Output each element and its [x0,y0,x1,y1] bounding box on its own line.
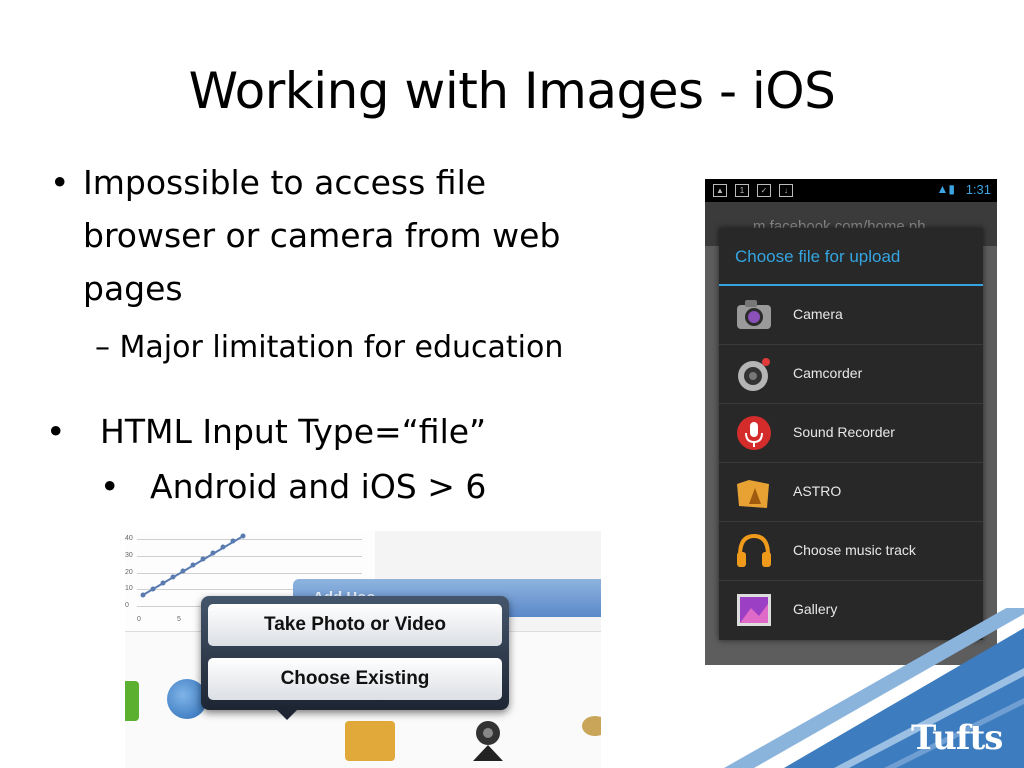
photo-source-popover: Take Photo or Video Choose Existing [201,596,509,710]
chooser-item-label: ASTRO [793,483,842,499]
check-notification-icon: ✓ [757,184,771,197]
palette-icon [582,716,601,736]
dialog-header: Choose file for upload [719,228,983,286]
bullet-text: HTML Input Type=“file” [100,412,487,451]
sub-bullet-limitation: – Major limitation for education [95,330,564,365]
folder-icon [737,480,769,508]
headphones-icon [737,533,771,567]
chooser-item-camera[interactable]: Camera [719,286,983,345]
camcorder-icon [738,358,770,391]
bullet-impossible-access: • Impossible to access file browser or c… [50,156,630,315]
bullet-html-input: • HTML Input Type=“file” [46,412,486,451]
bullet-marker: • [100,467,120,506]
green-button [125,681,139,721]
image-notification-icon: ▲ [713,184,727,197]
take-photo-button[interactable]: Take Photo or Video [208,604,502,646]
download-notification-icon: ↓ [779,184,793,197]
chooser-item-astro[interactable]: ASTRO [719,463,983,522]
chooser-item-label: Camera [793,306,843,322]
folder-icon [345,721,395,761]
bullet-line: Impossible to access file [83,163,487,202]
popover-arrow [273,706,301,720]
chooser-item-label: Choose music track [793,542,916,558]
webcam-icon [473,721,503,761]
chart-series [140,533,246,598]
android-screenshot: ▲ 1 ✓ ↓ ▲▮ 1:31 m.facebook.com/home.ph C… [705,179,997,665]
slide-title: Working with Images - iOS [188,62,836,120]
file-chooser-dialog: Choose file for upload Camera Camcorder [719,228,983,640]
status-bar: ▲ 1 ✓ ↓ ▲▮ 1:31 [705,179,997,202]
microphone-icon [737,416,771,450]
ios-screenshot: 40 30 20 10 0 0 5 Add Hoo Take Photo or … [125,531,601,768]
chart-tick-label: 30 [125,552,133,559]
dialog-title: Choose file for upload [735,247,901,266]
calendar-notification-icon: 1 [735,184,749,197]
camera-icon [737,300,771,329]
chart-tick-label: 5 [177,616,181,623]
tufts-logo: Tufts [911,718,1003,758]
chooser-item-music-track[interactable]: Choose music track [719,522,983,581]
choose-existing-button[interactable]: Choose Existing [208,658,502,700]
bullet-marker: • [50,163,70,202]
chart-tick-label: 0 [125,602,129,609]
chooser-item-camcorder[interactable]: Camcorder [719,345,983,404]
chart-tick-label: 20 [125,569,133,576]
chart-tick-label: 40 [125,535,133,542]
signal-icon: ▲▮ [936,182,955,196]
chooser-item-label: Sound Recorder [793,424,895,440]
chart-tick-label: 10 [125,585,133,592]
chooser-item-label: Camcorder [793,365,863,381]
chooser-item-sound-recorder[interactable]: Sound Recorder [719,404,983,463]
status-time: 1:31 [965,182,991,197]
bullet-marker: • [46,412,66,451]
bullet-text: Android and iOS > 6 [150,467,487,506]
bullet-line: pages [83,269,183,308]
bullet-android-ios: • Android and iOS > 6 [100,467,486,506]
chart-tick-label: 0 [137,616,141,623]
bullet-line: browser or camera from web [83,216,561,255]
